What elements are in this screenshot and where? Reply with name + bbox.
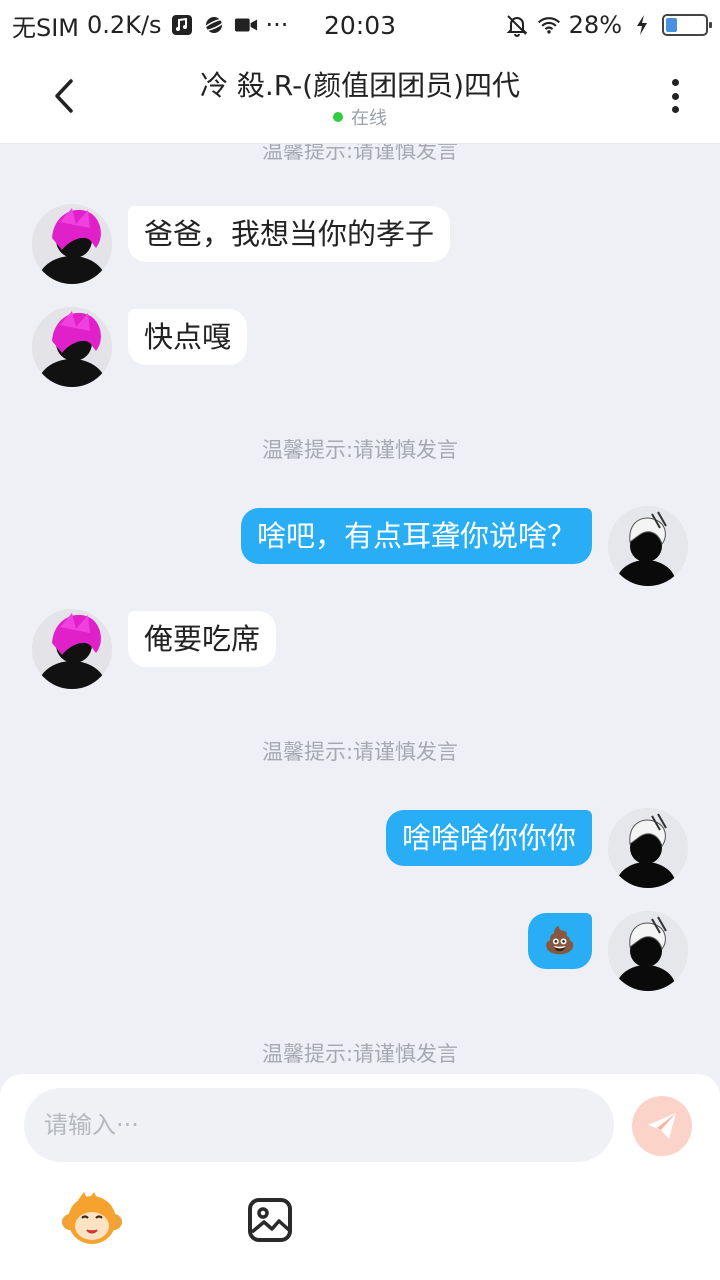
chat-header: 冷 殺.R-(颜值团团员)四代 在线	[0, 50, 720, 144]
more-dot-icon	[671, 106, 679, 113]
message-bubble[interactable]: 啥啥啥你你你	[385, 810, 592, 866]
notice-text: 温馨提示:请谨慎发言	[261, 1042, 459, 1066]
more-dot-icon	[671, 92, 679, 100]
send-button[interactable]	[632, 1096, 692, 1156]
more-notifications-icon: ···	[265, 11, 289, 39]
network-speed: 0.2K/s	[87, 11, 162, 39]
message-bubble[interactable]: 💩	[527, 913, 592, 969]
image-icon	[248, 1198, 292, 1242]
status-right: 28%	[505, 0, 712, 50]
message-incoming: 俺要吃席	[32, 609, 277, 689]
message-outgoing: 💩	[527, 911, 688, 991]
more-options-button[interactable]	[660, 76, 690, 116]
notice-text: 温馨提示:请谨慎发言	[261, 740, 459, 764]
contact-avatar[interactable]	[32, 204, 112, 284]
message-outgoing: 啥吧，有点耳聋你说啥？	[240, 506, 688, 586]
more-dot-icon	[671, 79, 679, 86]
battery-percent: 28%	[568, 11, 622, 39]
monkey-face-icon	[62, 1192, 122, 1244]
emoji-button[interactable]	[60, 1192, 124, 1248]
battery-fill	[666, 18, 677, 32]
message-bubble[interactable]: 啥吧，有点耳聋你说啥？	[240, 508, 592, 564]
notice-text: 温馨提示:请谨慎发言	[261, 144, 459, 163]
my-avatar[interactable]	[608, 911, 688, 991]
status-left: 无SIM 0.2K/s ···	[12, 8, 312, 43]
video-icon	[234, 13, 258, 37]
mute-bell-icon	[505, 13, 529, 37]
message-input[interactable]	[24, 1088, 614, 1162]
online-status: 在线	[0, 104, 720, 130]
message-outgoing: 啥啥啥你你你	[385, 808, 688, 888]
planet-icon	[202, 13, 226, 37]
message-incoming: 快点嘎	[32, 307, 248, 387]
paper-plane-icon	[648, 1113, 676, 1139]
image-button[interactable]	[246, 1196, 294, 1244]
music-icon	[170, 13, 194, 37]
my-avatar[interactable]	[608, 808, 688, 888]
carrier-label: 无SIM	[12, 13, 80, 42]
contact-avatar[interactable]	[32, 609, 112, 689]
battery-icon	[662, 14, 712, 36]
message-list[interactable]: 温馨提示:请谨慎发言 爸爸，我想当你的孝子 快点嘎 温馨提示:请谨慎发言 啥吧，…	[0, 144, 720, 1074]
wifi-icon	[537, 13, 561, 37]
my-avatar[interactable]	[608, 506, 688, 586]
contact-name: 冷 殺.R-(颜值团团员)四代	[199, 69, 521, 102]
message-incoming: 爸爸，我想当你的孝子	[32, 204, 451, 284]
message-bubble[interactable]: 快点嘎	[128, 309, 248, 365]
composer-panel	[0, 1074, 720, 1280]
message-bubble[interactable]: 爸爸，我想当你的孝子	[128, 206, 451, 262]
charging-bolt-icon	[630, 13, 654, 37]
contact-avatar[interactable]	[32, 307, 112, 387]
message-bubble[interactable]: 俺要吃席	[128, 611, 277, 667]
notice-text: 温馨提示:请谨慎发言	[261, 438, 459, 462]
status-bar: 无SIM 0.2K/s ··· 20:03 28%	[0, 0, 720, 50]
online-status-label: 在线	[351, 108, 387, 129]
online-dot-icon	[333, 112, 343, 122]
